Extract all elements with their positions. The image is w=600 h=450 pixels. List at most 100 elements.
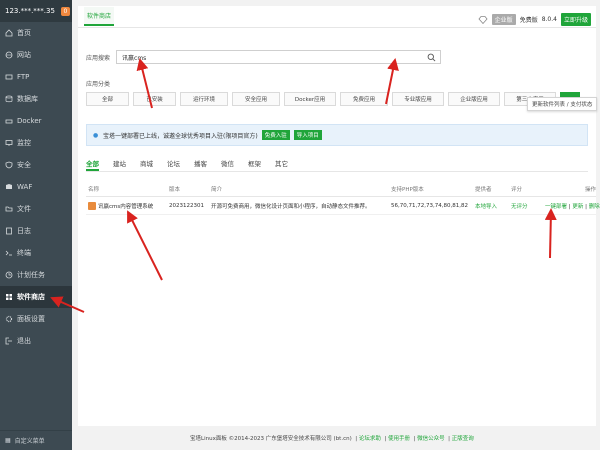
- sidebar-item-label: 数据库: [17, 95, 38, 103]
- log-icon: [5, 227, 13, 235]
- app-provider[interactable]: 本地导入: [475, 202, 511, 210]
- home-icon: [5, 29, 13, 37]
- info-icon: ●: [93, 132, 99, 139]
- app-actions: 一键部署 | 更新 | 删除: [545, 203, 600, 210]
- logout-icon: [5, 337, 13, 345]
- sidebar-item-9[interactable]: 日志: [0, 220, 72, 242]
- app-php: 56,70,71,72,73,74,80,81,82: [391, 202, 468, 209]
- sidebar: 123.***.***.35 0 首页网站 FTP 数据库 Docker 监控安全 WAF…: [0, 0, 72, 450]
- category-0[interactable]: 全部: [86, 92, 129, 106]
- footer-link-manual[interactable]: 使用手册: [388, 436, 410, 442]
- monitor-icon: [5, 139, 13, 147]
- category-3[interactable]: 安全应用: [232, 92, 280, 106]
- app-rating: 无评分: [511, 203, 528, 210]
- footer-copyright: 宝塔Linux面板 ©2014-2023 广东堡塔安全技术有限公司 (bt.cn…: [190, 436, 352, 442]
- version-number: 8.0.4: [541, 16, 557, 23]
- sidebar-item-label: WAF: [17, 183, 33, 191]
- notification-badge[interactable]: 0: [60, 6, 70, 16]
- sidebar-item-label: 首页: [17, 29, 31, 37]
- sidebar-item-label: 监控: [17, 139, 31, 147]
- sidebar-item-11[interactable]: 计划任务: [0, 264, 72, 286]
- import-project-button[interactable]: 导入项目: [293, 130, 322, 140]
- delete-link[interactable]: 删除: [589, 204, 600, 210]
- sidebar-item-label: 网站: [17, 51, 31, 59]
- filter-tab-4[interactable]: 播客: [194, 156, 207, 171]
- sidebar-item-label: FTP: [17, 73, 30, 81]
- enterprise-badge[interactable]: 企业版: [491, 14, 516, 25]
- docker-icon: [5, 117, 13, 125]
- sidebar-item-14[interactable]: 退出: [0, 330, 72, 352]
- upgrade-button[interactable]: 立即升级: [560, 13, 591, 26]
- filter-tab-6[interactable]: 框架: [248, 156, 261, 171]
- app-name[interactable]: 讯赢cms内容管理系统: [98, 202, 153, 210]
- sidebar-item-label: 日志: [17, 227, 31, 235]
- col-version: 版本: [169, 186, 181, 193]
- filter-tab-0[interactable]: 全部: [86, 156, 99, 171]
- custom-menu-button[interactable]: ▦ 自定义菜单: [0, 430, 72, 450]
- category-buttons: 全部已安装运行环境安全应用Docker应用免费应用专业版应用企业版应用第三方应用: [86, 92, 580, 106]
- sidebar-item-label: 软件商店: [17, 293, 45, 301]
- sidebar-item-3[interactable]: 数据库: [0, 88, 72, 110]
- sidebar-item-7[interactable]: WAF: [0, 176, 72, 198]
- search-row: 应用搜索: [86, 50, 442, 64]
- sidebar-item-label: 终端: [17, 249, 31, 257]
- category-4[interactable]: Docker应用: [284, 92, 336, 106]
- footer-link-genuine[interactable]: 正版查询: [452, 436, 474, 442]
- notice-text: 宝塔一键部署已上线，诚邀全球优秀项目入驻(限项目官方): [103, 132, 258, 140]
- sidebar-item-label: 计划任务: [17, 271, 45, 279]
- category-6[interactable]: 专业版应用: [392, 92, 444, 106]
- app-name-cell: 讯赢cms内容管理系统: [86, 201, 169, 210]
- category-5[interactable]: 免费应用: [340, 92, 388, 106]
- app-version: 2023122301: [169, 202, 204, 209]
- app-table: 名称 版本 简介 支持PHP版本 提供者 评分 操作 讯赢cms内容管理系统 2…: [86, 181, 600, 215]
- col-provider: 提供者: [475, 186, 492, 193]
- tab-software-store[interactable]: 软件商店: [84, 7, 115, 26]
- update-link[interactable]: 更新: [572, 204, 583, 210]
- shield-icon: [5, 161, 13, 169]
- sidebar-item-label: 安全: [17, 161, 31, 169]
- sidebar-item-5[interactable]: 监控: [0, 132, 72, 154]
- category-1[interactable]: 已安装: [133, 92, 176, 106]
- sidebar-item-10[interactable]: 终端: [0, 242, 72, 264]
- filter-tab-1[interactable]: 建站: [113, 156, 126, 171]
- app-desc: 开源可免费商用，微信化设计页面和小程序，自动静态文件推荐。: [211, 203, 371, 210]
- update-list-tooltip: 更新软件列表 / 支付状态: [527, 97, 598, 111]
- filter-tab-7[interactable]: 其它: [275, 156, 288, 171]
- free-version-label: 免费版: [519, 17, 538, 24]
- sidebar-item-4[interactable]: Docker: [0, 110, 72, 132]
- deploy-link[interactable]: 一键部署: [545, 204, 567, 210]
- search-icon[interactable]: [427, 53, 436, 62]
- database-icon: [5, 95, 13, 103]
- category-7[interactable]: 企业版应用: [448, 92, 500, 106]
- footer-link-wechat[interactable]: 微信公众号: [417, 436, 445, 442]
- footer: 宝塔Linux面板 ©2014-2023 广东堡塔安全技术有限公司 (bt.cn…: [190, 436, 474, 442]
- sidebar-item-2[interactable]: FTP: [0, 66, 72, 88]
- search-box: [116, 50, 442, 64]
- filter-tab-5[interactable]: 微信: [221, 156, 234, 171]
- sidebar-item-6[interactable]: 安全: [0, 154, 72, 176]
- table-row: 讯赢cms内容管理系统 2023122301 开源可免费商用，微信化设计页面和小…: [86, 197, 600, 215]
- sidebar-item-8[interactable]: 文件: [0, 198, 72, 220]
- app-logo-icon: [88, 201, 96, 210]
- globe-icon: [5, 51, 13, 59]
- col-desc: 简介: [211, 186, 223, 193]
- search-input[interactable]: [122, 53, 413, 61]
- filter-tab-3[interactable]: 论坛: [167, 156, 180, 171]
- free-join-button[interactable]: 免费入驻: [261, 130, 290, 140]
- notice-bar: ● 宝塔一键部署已上线，诚邀全球优秀项目入驻(限项目官方) 免费入驻 导入项目: [86, 124, 588, 146]
- category-2[interactable]: 运行环境: [180, 92, 228, 106]
- footer-link-forum[interactable]: 论坛求助: [359, 436, 381, 442]
- sidebar-item-1[interactable]: 网站: [0, 44, 72, 66]
- sidebar-item-12[interactable]: 软件商店: [0, 286, 72, 308]
- app-window: 123.***.***.35 0 首页网站 FTP 数据库 Docker 监控安全 WAF…: [0, 0, 600, 450]
- filter-tab-2[interactable]: 商城: [140, 156, 153, 171]
- diamond-icon: [478, 15, 488, 24]
- sidebar-item-13[interactable]: 面板设置: [0, 308, 72, 330]
- sidebar-item-0[interactable]: 首页: [0, 22, 72, 44]
- server-host[interactable]: 123.***.***.35 0: [0, 0, 72, 22]
- table-header: 名称 版本 简介 支持PHP版本 提供者 评分 操作: [86, 181, 596, 197]
- custom-menu-label: 自定义菜单: [14, 438, 45, 445]
- sidebar-item-label: 退出: [17, 337, 31, 345]
- terminal-icon: [5, 249, 13, 257]
- search-label: 应用搜索: [86, 54, 111, 62]
